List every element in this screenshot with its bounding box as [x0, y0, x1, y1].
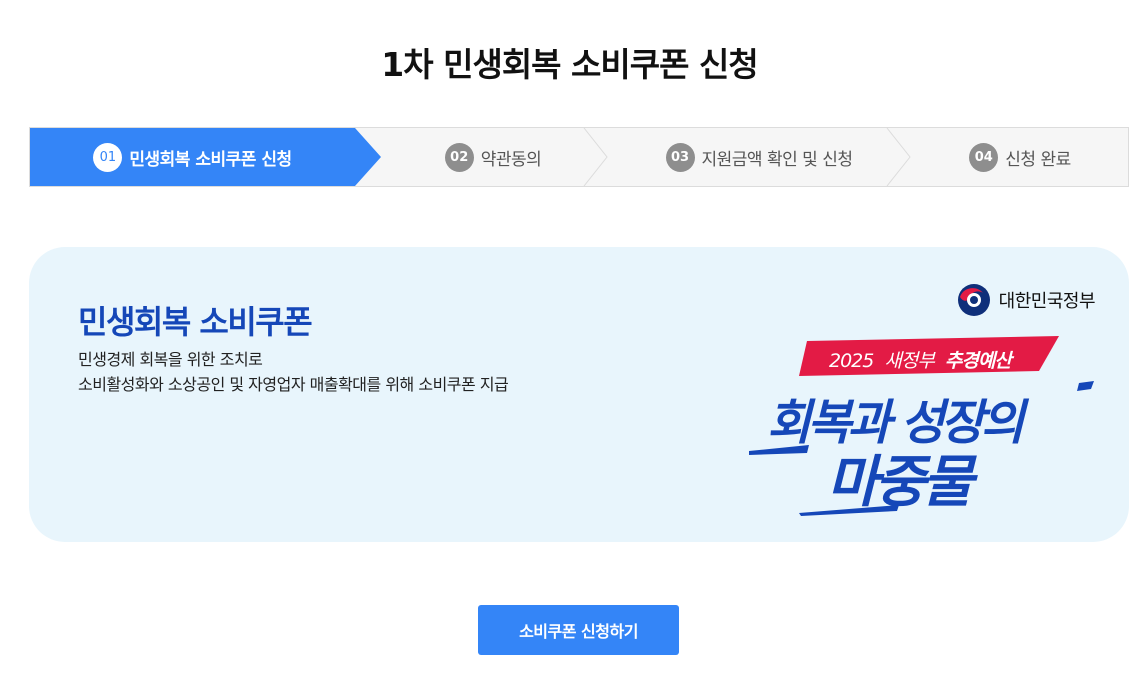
step-number: 01: [93, 142, 123, 172]
slogan-tag-year: 2025: [829, 350, 874, 372]
step-separator-chevron-icon: [886, 128, 911, 186]
slogan-line-2: 마중물: [827, 450, 978, 515]
coupon-banner: 민생회복 소비쿠폰 민생경제 회복을 위한 조치로 소비활성화와 소상공인 및 …: [29, 247, 1129, 542]
step-label: 약관동의: [480, 149, 542, 170]
slogan-tag-plain: 새정부: [884, 350, 936, 372]
step-label: 지원금액 확인 및 신청: [701, 149, 853, 170]
slogan-tag-bold: 추경예산: [945, 350, 1014, 372]
step-3-amount: 03 지원금액 확인 및 신청: [609, 128, 909, 186]
slogan-line-1: 회복과 성장의: [767, 395, 1030, 451]
step-label: 민생회복 소비쿠폰 신청: [129, 149, 292, 170]
svg-text:2025 새정부 추경예산: 2025 새정부 추경예산: [829, 350, 1014, 372]
slogan-graphic: 2025 새정부 추경예산 회복과 성장의 마중물: [749, 336, 1094, 516]
step-number: 04: [969, 142, 999, 172]
government-logo-text: 대한민국정부: [998, 291, 1096, 312]
step-4-complete: 04 신청 완료: [912, 128, 1128, 186]
step-separator-chevron-icon: [583, 128, 608, 186]
banner-description-line-1: 민생경제 회복을 위한 조치로: [78, 350, 263, 369]
active-step-arrow-icon: [354, 128, 381, 186]
step-1-apply: 01 민생회복 소비쿠폰 신청: [30, 128, 355, 186]
apply-coupon-button[interactable]: 소비쿠폰 신청하기: [478, 605, 679, 655]
step-2-terms: 02 약관동의: [382, 128, 604, 186]
government-logo: 대한민국정부: [957, 283, 1096, 317]
banner-description-line-2: 소비활성화와 소상공인 및 자영업자 매출확대를 위해 소비쿠폰 지급: [78, 375, 509, 394]
taegeuk-emblem-icon: [957, 284, 990, 316]
step-number: 03: [665, 142, 695, 172]
banner-title: 민생회복 소비쿠폰: [78, 303, 313, 341]
step-number: 02: [444, 142, 474, 172]
step-label: 신청 완료: [1005, 149, 1071, 170]
page-title: 1차 민생회복 소비쿠폰 신청: [381, 45, 758, 84]
step-progress-bar: 01 민생회복 소비쿠폰 신청 02 약관동의 03 지원금액 확인 및 신청 …: [29, 127, 1129, 187]
